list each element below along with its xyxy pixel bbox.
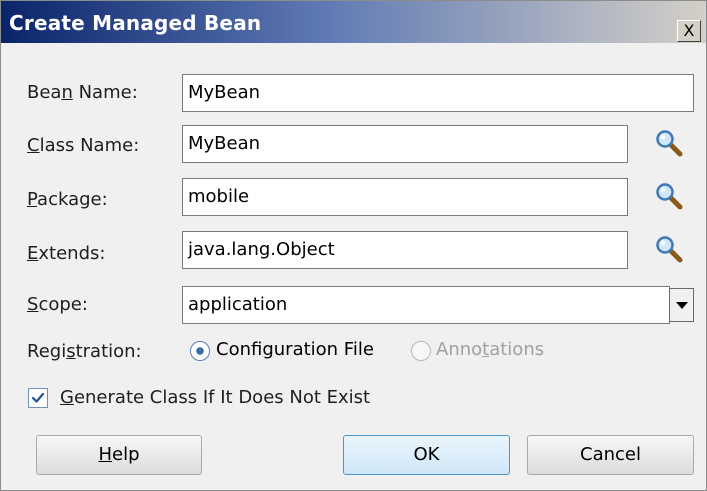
generate-class-checkbox[interactable]	[28, 388, 48, 408]
search-icon[interactable]	[654, 181, 684, 211]
generate-class-label[interactable]: Generate Class If It Does Not Exist	[60, 387, 370, 408]
ok-button[interactable]: OK	[343, 435, 510, 475]
annotations-label[interactable]: Annotations	[436, 339, 544, 360]
title-bar: Create Managed Bean X	[1, 1, 706, 43]
search-icon[interactable]	[654, 128, 684, 158]
scope-select[interactable]: application	[182, 286, 670, 324]
annotations-radio[interactable]	[411, 341, 431, 361]
chevron-down-icon	[676, 302, 688, 309]
close-button[interactable]: X	[677, 20, 701, 42]
scope-label: Scope:	[27, 294, 88, 315]
help-button[interactable]: Help	[36, 435, 202, 475]
package-field[interactable]: mobile	[182, 178, 628, 216]
configuration-file-label[interactable]: Configuration File	[216, 339, 374, 360]
class-name-label: Class Name:	[27, 135, 140, 156]
extends-label: Extends:	[27, 243, 106, 264]
checkmark-icon	[31, 392, 45, 403]
class-name-field[interactable]: MyBean	[182, 125, 628, 163]
scope-dropdown-button[interactable]	[669, 288, 694, 322]
configuration-file-radio[interactable]	[190, 341, 210, 361]
package-label: Package:	[27, 189, 108, 210]
close-icon: X	[683, 21, 695, 40]
registration-label: Registration:	[27, 341, 142, 362]
bean-name-label: Bean Name:	[27, 82, 138, 103]
bean-name-field[interactable]: MyBean	[182, 74, 694, 112]
dialog-title: Create Managed Bean	[9, 11, 262, 35]
extends-field[interactable]: java.lang.Object	[182, 231, 628, 269]
search-icon[interactable]	[654, 234, 684, 264]
create-managed-bean-dialog: Create Managed Bean X Bean Name: MyBean …	[0, 0, 707, 491]
cancel-button[interactable]: Cancel	[527, 435, 694, 475]
